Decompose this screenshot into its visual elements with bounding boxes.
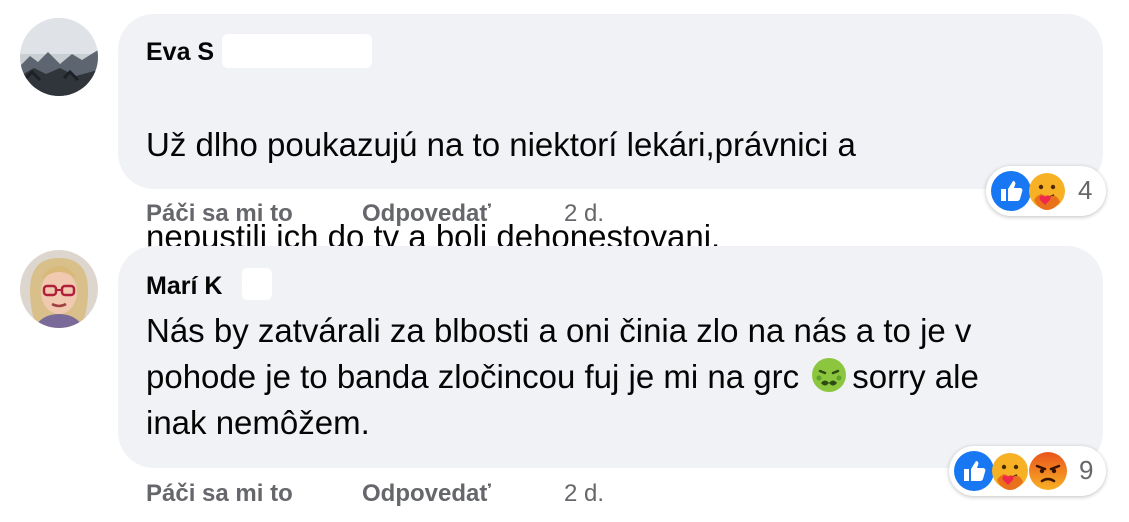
comment-text: Už dlho poukazujú na to niektorí lekári,… — [146, 76, 856, 260]
avatar-landscape-image — [20, 18, 98, 96]
comment-author[interactable]: Eva S — [146, 38, 214, 67]
avatar-person-image — [20, 250, 98, 328]
comment-timestamp[interactable]: 2 d. — [564, 480, 604, 508]
reaction-count: 9 — [1079, 455, 1094, 485]
nauseated-face-icon — [812, 358, 847, 392]
angry-icon — [1029, 452, 1067, 490]
reply-button[interactable]: Odpovedať — [362, 200, 491, 228]
comment-author[interactable]: Marí K — [146, 272, 222, 301]
reaction-summary[interactable]: 4 — [986, 166, 1106, 216]
comment-2: Marí K Nás by zatvárali za blbosti a oni… — [0, 240, 1129, 522]
comment-1: Eva S Už dlho poukazujú na to niektorí l… — [0, 0, 1129, 255]
care-icon — [1029, 173, 1065, 210]
redaction-mark — [222, 34, 372, 68]
care-icon — [992, 453, 1028, 490]
reply-button[interactable]: Odpovedať — [362, 480, 491, 508]
comment-line: Už dlho poukazujú na to niektorí lekári,… — [146, 126, 856, 163]
comment-bubble: Marí K Nás by zatvárali za blbosti a oni… — [118, 246, 1103, 468]
avatar[interactable] — [20, 250, 98, 328]
comment-text: Nás by zatvárali za blbosti a oni činia … — [146, 308, 979, 446]
reaction-summary[interactable]: 9 — [949, 446, 1106, 496]
reaction-count: 4 — [1078, 175, 1093, 205]
comment-bubble: Eva S Už dlho poukazujú na to niektorí l… — [118, 14, 1103, 255]
avatar[interactable] — [20, 18, 98, 96]
like-button[interactable]: Páči sa mi to — [146, 480, 293, 508]
comment-timestamp[interactable]: 2 d. — [564, 200, 604, 228]
redaction-mark — [242, 268, 272, 300]
like-button[interactable]: Páči sa mi to — [146, 200, 293, 228]
